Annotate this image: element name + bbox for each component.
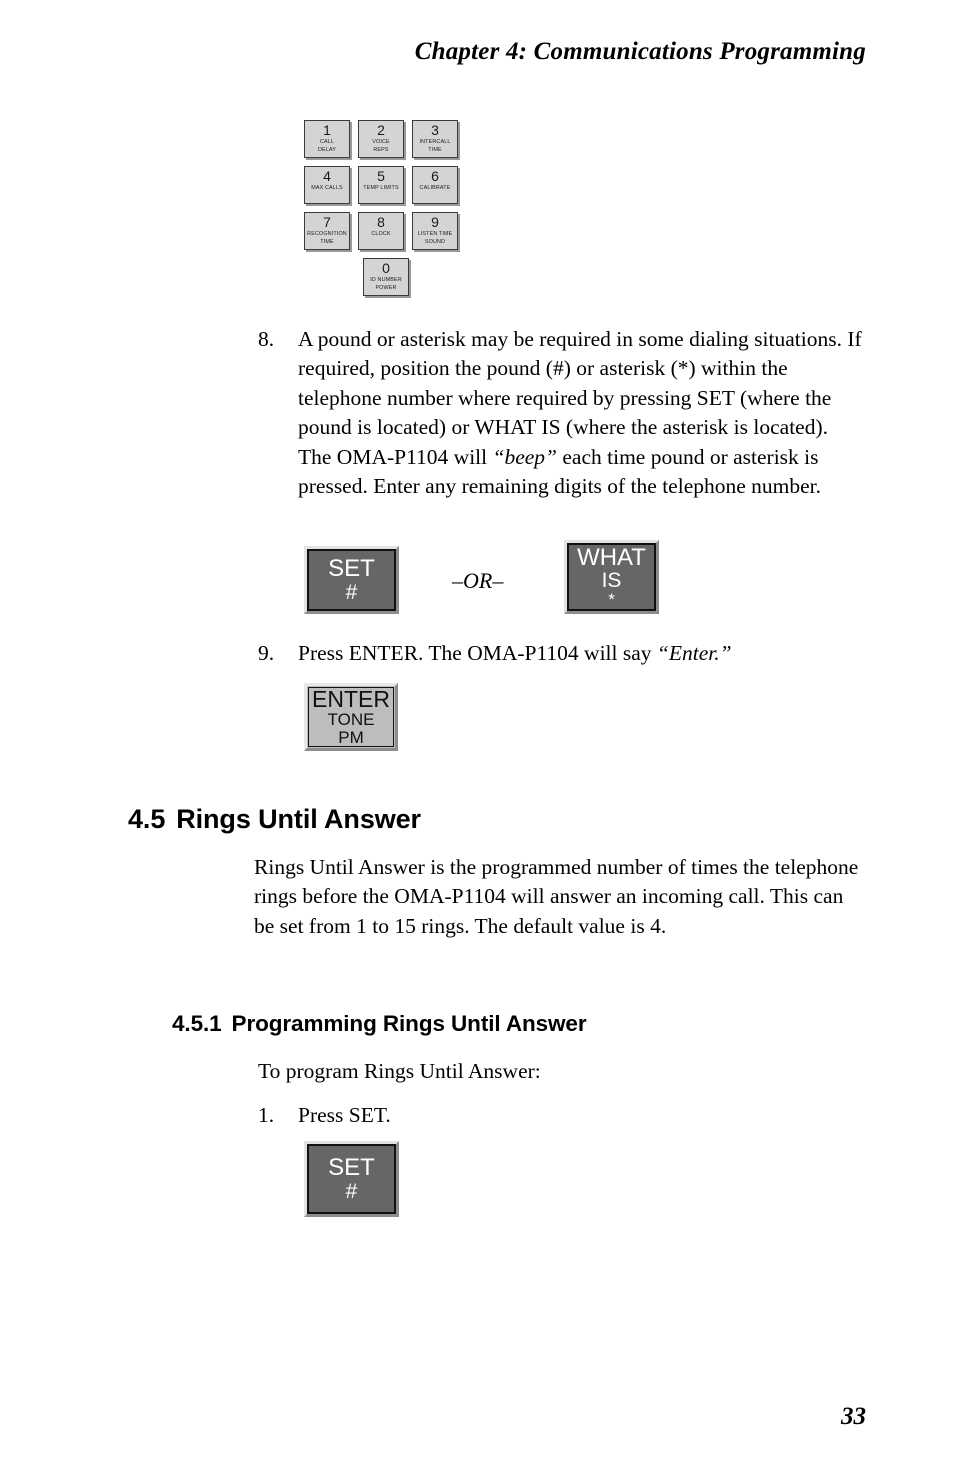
- step-text-emphasis: “Enter.”: [656, 641, 732, 665]
- section-title: Rings Until Answer: [176, 804, 421, 834]
- set-button-sublabel: #: [345, 580, 358, 604]
- key-digit: 0: [382, 260, 390, 276]
- key-label-line2: REPS: [373, 147, 389, 154]
- keypad-row: 7 RECOGNITION TIME 8 CLOCK 9 LISTEN TIME…: [304, 212, 468, 250]
- enter-button-sublabel-line2: PM: [338, 728, 364, 748]
- keypad-row: 1 CALL DELAY 2 VOICE REPS 3 INTERCALL TI…: [304, 120, 468, 158]
- key-label-line1: MAX CALLS: [311, 185, 343, 192]
- section-4-5-1-intro: To program Rings Until Answer:: [258, 1059, 541, 1083]
- keypad-key-2: 2 VOICE REPS: [358, 120, 404, 158]
- key-label-line1: INTERCALL: [419, 139, 451, 146]
- step-9: 9. Press ENTER. The OMA-P1104 will say “…: [252, 639, 864, 668]
- keypad-key-4: 4 MAX CALLS: [304, 166, 350, 204]
- what-is-button-sublabel: *: [608, 589, 615, 609]
- keypad-key-9: 9 LISTEN TIME SOUND: [412, 212, 458, 250]
- key-label-line1: CALIBRATE: [419, 185, 451, 192]
- step-8: 8. A pound or asterisk may be required i…: [252, 325, 864, 501]
- key-digit: 3: [431, 122, 439, 138]
- key-label-line1: TEMP LIMITS: [363, 185, 399, 192]
- key-label-line1: VOICE: [372, 139, 390, 146]
- step-number: 1.: [258, 1103, 275, 1127]
- page-running-head: Chapter 4: Communications Programming: [414, 38, 866, 65]
- what-is-button-label-line1: WHAT: [577, 543, 646, 571]
- step-number: 8.: [258, 327, 275, 351]
- keypad-key-8: 8 CLOCK: [358, 212, 404, 250]
- keypad-key-1: 1 CALL DELAY: [304, 120, 350, 158]
- enter-button-label: ENTER: [312, 686, 390, 713]
- keypad-key-3: 3 INTERCALL TIME: [412, 120, 458, 158]
- step-text-part1: Press ENTER. The OMA-P1104 will say: [298, 641, 657, 665]
- set-button[interactable]: SET #: [304, 546, 399, 614]
- keypad-key-0: 0 ID NUMBER POWER: [363, 258, 409, 296]
- step-number: 9.: [258, 641, 275, 665]
- keypad-key-6: 6 CALIBRATE: [412, 166, 458, 204]
- step-text: A pound or asterisk may be required in s…: [298, 325, 864, 501]
- key-digit: 2: [377, 122, 385, 138]
- key-digit: 7: [323, 214, 331, 230]
- set-button-sublabel: #: [345, 1179, 358, 1203]
- key-label-line1: CLOCK: [371, 231, 391, 238]
- page-number: 33: [841, 1403, 866, 1430]
- key-label-line1: LISTEN TIME: [417, 231, 453, 238]
- step-text: Press SET.: [298, 1103, 391, 1127]
- set-button-label: SET: [328, 555, 375, 583]
- key-label-line2: DELAY: [317, 147, 337, 154]
- what-is-button-label-line2: IS: [601, 569, 622, 593]
- key-label-line2: POWER: [375, 285, 397, 292]
- key-label-line2: TIME: [428, 147, 442, 154]
- key-label-line1: ID NUMBER: [370, 277, 402, 284]
- subsection-number: 4.5.1: [172, 1011, 222, 1036]
- key-digit: 5: [377, 168, 385, 184]
- section-number: 4.5: [128, 804, 166, 834]
- what-is-button[interactable]: WHAT IS *: [564, 540, 659, 614]
- or-separator-label: –OR–: [452, 568, 504, 593]
- section-heading-4-5: 4.5 Rings Until Answer: [128, 804, 421, 835]
- keypad-key-7: 7 RECOGNITION TIME: [304, 212, 350, 250]
- key-digit: 1: [323, 122, 331, 138]
- set-button-label: SET: [328, 1154, 375, 1182]
- key-digit: 8: [377, 214, 385, 230]
- key-label-line2: TIME: [320, 239, 334, 246]
- step-text: Press ENTER. The OMA-P1104 will say “Ent…: [298, 639, 864, 668]
- key-label-line1: RECOGNITION: [307, 231, 347, 238]
- section-4-5-body: Rings Until Answer is the programmed num…: [254, 855, 859, 938]
- key-label-line1: CALL: [319, 139, 335, 146]
- keypad-row: 4 MAX CALLS 5 TEMP LIMITS 6 CALIBRATE: [304, 166, 468, 204]
- key-digit: 9: [431, 214, 439, 230]
- step-1: 1. Press SET.: [252, 1101, 864, 1130]
- step-text-emphasis: “beep”: [492, 444, 558, 469]
- keypad-row: 0 ID NUMBER POWER: [304, 258, 468, 296]
- key-label-line2: SOUND: [424, 239, 446, 246]
- section-heading-4-5-1: 4.5.1 Programming Rings Until Answer: [172, 1011, 587, 1037]
- subsection-title: Programming Rings Until Answer: [231, 1011, 587, 1036]
- enter-button[interactable]: ENTER TONE PM: [304, 683, 398, 751]
- set-button[interactable]: SET #: [304, 1141, 399, 1217]
- keypad-diagram: 1 CALL DELAY 2 VOICE REPS 3 INTERCALL TI…: [304, 120, 468, 304]
- keypad-key-5: 5 TEMP LIMITS: [358, 166, 404, 204]
- enter-button-sublabel-line1: TONE: [327, 710, 375, 730]
- key-digit: 4: [323, 168, 331, 184]
- key-digit: 6: [431, 168, 439, 184]
